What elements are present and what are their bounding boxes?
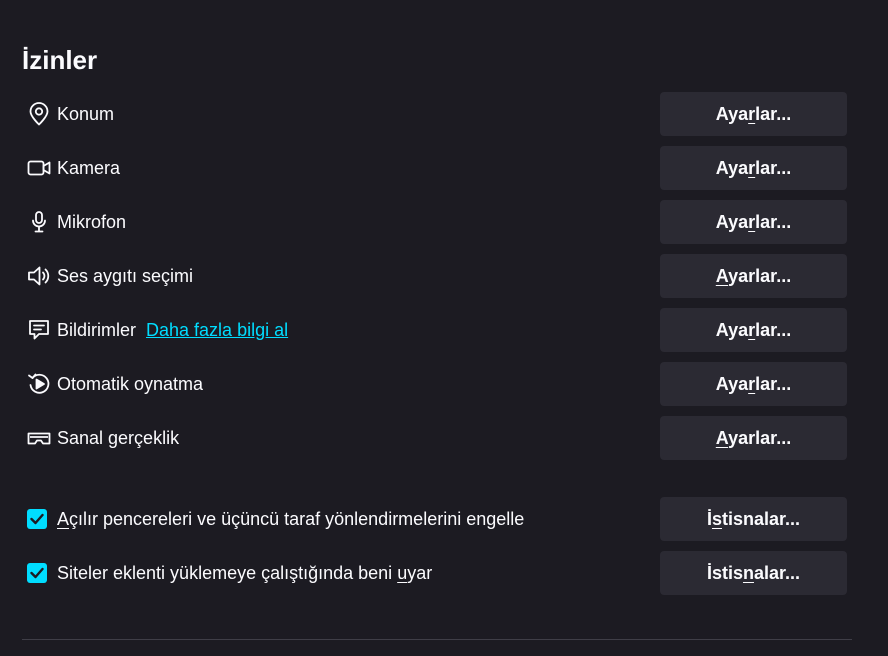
popup-exceptions-button[interactable]: İstisnalar... — [660, 497, 847, 541]
addon-exceptions-button[interactable]: İstisnalar... — [660, 551, 847, 595]
autoplay-icon — [26, 371, 52, 397]
permission-label-notifications: Bildirimler Daha fazla bilgi al — [57, 320, 289, 340]
warn-addon-install-row: Siteler eklenti yüklemeye çalıştığında b… — [0, 551, 888, 595]
section-divider — [22, 639, 852, 640]
autoplay-settings-button[interactable]: Ayarlar... — [660, 362, 847, 406]
permission-label-camera: Kamera — [57, 158, 121, 178]
permission-row-vr: Sanal gerçeklik Ayarlar... — [0, 416, 888, 460]
permission-label-speaker: Ses aygıtı seçimi — [57, 266, 194, 286]
permission-row-location: Konum Ayarlar... — [0, 92, 888, 136]
section-title: İzinler — [22, 45, 98, 75]
permission-row-microphone: Mikrofon Ayarlar... — [0, 200, 888, 244]
warn-addon-install-label[interactable]: Siteler eklenti yüklemeye çalıştığında b… — [57, 562, 432, 584]
permission-label-microphone: Mikrofon — [57, 212, 127, 232]
notification-message-icon — [26, 317, 52, 343]
permission-row-speaker: Ses aygıtı seçimi Ayarlar... — [0, 254, 888, 298]
speaker-icon — [26, 263, 52, 289]
location-settings-button[interactable]: Ayarlar... — [660, 92, 847, 136]
microphone-icon — [26, 209, 52, 235]
permission-row-autoplay: Otomatik oynatma Ayarlar... — [0, 362, 888, 406]
permission-label-autoplay: Otomatik oynatma — [57, 374, 204, 394]
warn-addon-install-checkbox[interactable] — [27, 563, 47, 583]
notifications-settings-button[interactable]: Ayarlar... — [660, 308, 847, 352]
vr-headset-icon — [26, 425, 52, 451]
vr-settings-button[interactable]: Ayarlar... — [660, 416, 847, 460]
camera-icon — [26, 155, 52, 181]
permission-row-notifications: Bildirimler Daha fazla bilgi al Ayarlar..… — [0, 308, 888, 352]
permissions-page: İzinler Konum Ayarlar... Kamera Ayarlar.… — [0, 0, 888, 656]
permission-label-location: Konum — [57, 104, 115, 124]
permission-label-vr: Sanal gerçeklik — [57, 428, 180, 448]
microphone-settings-button[interactable]: Ayarlar... — [660, 200, 847, 244]
speaker-settings-button[interactable]: Ayarlar... — [660, 254, 847, 298]
location-pin-icon — [26, 101, 52, 127]
learn-more-link[interactable]: Daha fazla bilgi al — [146, 320, 288, 340]
permission-row-camera: Kamera Ayarlar... — [0, 146, 888, 190]
camera-settings-button[interactable]: Ayarlar... — [660, 146, 847, 190]
block-popups-checkbox[interactable] — [27, 509, 47, 529]
block-popups-label[interactable]: Açılır pencereleri ve üçüncü taraf yönle… — [57, 508, 524, 530]
block-popups-row: Açılır pencereleri ve üçüncü taraf yönle… — [0, 497, 888, 541]
